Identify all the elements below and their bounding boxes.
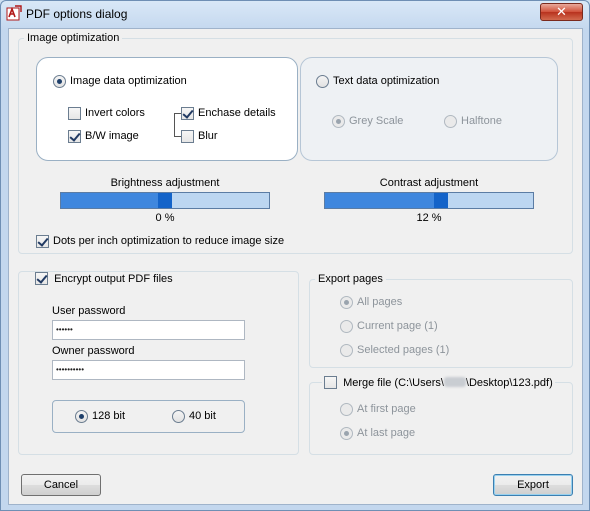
contrast-value: 12 %: [416, 212, 442, 224]
enchase-details-checkbox[interactable]: [181, 107, 194, 120]
user-password-field[interactable]: ••••••: [52, 320, 245, 340]
all-pages-label: All pages: [357, 296, 403, 308]
close-button[interactable]: ✕: [540, 3, 583, 21]
enchase-details-label: Enchase details: [198, 107, 276, 119]
image-optimization-legend: Image optimization: [24, 32, 123, 44]
grey-scale-label: Grey Scale: [349, 115, 404, 127]
export-pages-legend: Export pages: [315, 273, 386, 285]
current-page-label: Current page (1): [357, 320, 438, 332]
owner-password-label: Owner password: [52, 345, 135, 357]
halftone-radio[interactable]: [444, 115, 457, 128]
merge-checkbox[interactable]: [324, 376, 337, 389]
encrypt-checkbox[interactable]: [35, 272, 48, 285]
brightness-slider[interactable]: [60, 192, 270, 209]
cancel-button[interactable]: Cancel: [21, 474, 101, 496]
invert-colors-checkbox[interactable]: [68, 107, 81, 120]
bit40-radio[interactable]: [172, 410, 185, 423]
merge-label-tail: \Desktop\123.pdf): [465, 377, 553, 389]
brightness-caption: Brightness adjustment: [110, 177, 220, 189]
text-data-label: Text data optimization: [333, 75, 440, 87]
brightness-slider-fill: [61, 193, 158, 208]
merge-label: Merge file (C:\Users\: [343, 377, 444, 389]
user-password-label: User password: [52, 305, 126, 317]
dialog-body: Image optimization Image data optimizati…: [8, 28, 583, 505]
selected-pages-radio[interactable]: [340, 344, 353, 357]
text-data-radio[interactable]: [316, 75, 329, 88]
halftone-label: Halftone: [461, 115, 502, 127]
export-button[interactable]: Export: [493, 474, 573, 496]
image-data-radio[interactable]: [53, 75, 66, 88]
encrypt-label: Encrypt output PDF files: [54, 273, 173, 285]
merge-group: [309, 382, 573, 455]
merge-legend: Merge file (C:\Users\ \Desktop\123.pdf): [322, 376, 555, 389]
bw-image-label: B/W image: [85, 130, 139, 142]
at-first-page-label: At first page: [357, 403, 416, 415]
bw-image-checkbox[interactable]: [68, 130, 81, 143]
dpi-checkbox[interactable]: [36, 235, 49, 248]
dpi-label: Dots per inch optimization to reduce ima…: [53, 235, 285, 247]
brightness-slider-thumb[interactable]: [158, 193, 172, 208]
brightness-value: 0 %: [155, 212, 175, 224]
contrast-caption: Contrast adjustment: [379, 177, 479, 189]
blur-checkbox[interactable]: [181, 130, 194, 143]
at-last-page-label: At last page: [357, 427, 416, 439]
grey-scale-radio[interactable]: [332, 115, 345, 128]
contrast-slider[interactable]: [324, 192, 534, 209]
invert-colors-label: Invert colors: [85, 107, 145, 119]
current-page-radio[interactable]: [340, 320, 353, 333]
text-data-panel: [300, 57, 558, 161]
owner-password-field[interactable]: ••••••••••: [52, 360, 245, 380]
bit40-label: 40 bit: [189, 410, 216, 422]
redacted-username: [443, 377, 466, 387]
blur-label: Blur: [198, 130, 218, 142]
window-title: PDF options dialog: [26, 7, 128, 21]
dialog-window: PDF options dialog ✕ Image optimization …: [0, 0, 590, 511]
contrast-slider-thumb[interactable]: [434, 193, 448, 208]
at-first-page-radio[interactable]: [340, 403, 353, 416]
at-last-page-radio[interactable]: [340, 427, 353, 440]
all-pages-radio[interactable]: [340, 296, 353, 309]
pdf-app-icon: [6, 5, 22, 21]
selected-pages-label: Selected pages (1): [357, 344, 450, 356]
contrast-slider-fill: [325, 193, 434, 208]
bit128-label: 128 bit: [92, 410, 126, 422]
encrypt-legend: Encrypt output PDF files: [33, 272, 175, 285]
title-bar[interactable]: PDF options dialog ✕: [1, 1, 589, 27]
bit128-radio[interactable]: [75, 410, 88, 423]
image-data-label: Image data optimization: [70, 75, 187, 87]
